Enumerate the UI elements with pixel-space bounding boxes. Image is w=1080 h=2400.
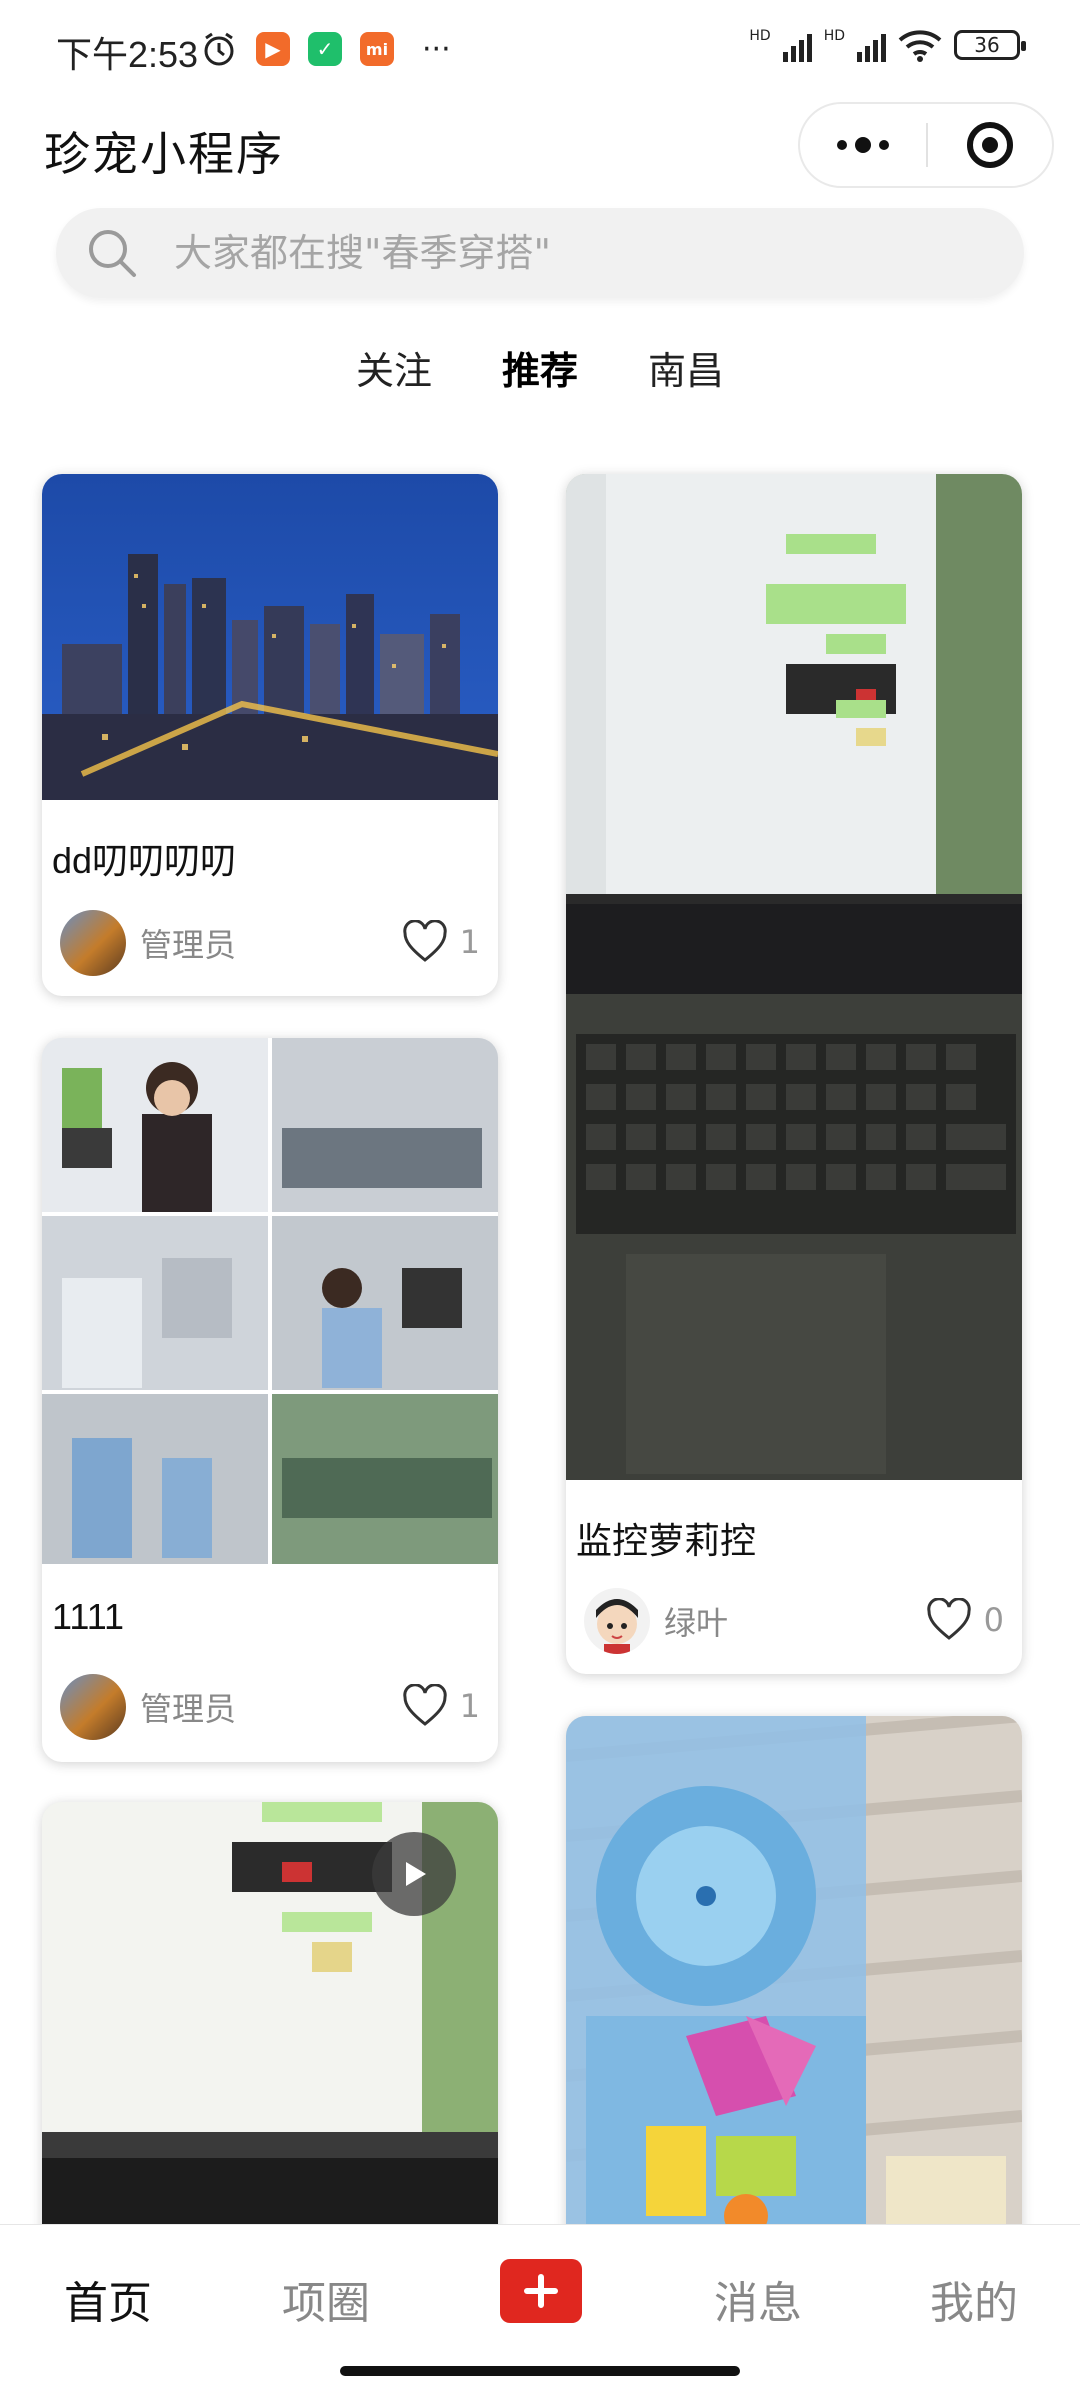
post-title: dd叨叨叨叨 <box>52 840 237 881</box>
page-title: 珍宠小程序 <box>44 127 284 181</box>
post-image <box>566 474 1022 1480</box>
tab-nanchang[interactable]: 南昌 <box>648 340 724 410</box>
heart-icon <box>402 1684 447 1726</box>
play-button[interactable] <box>372 1832 456 1916</box>
post-author[interactable]: 绿叶 <box>584 1588 728 1654</box>
author-name: 绿叶 <box>664 1604 729 1642</box>
plus-icon <box>524 2274 558 2308</box>
feed-tabs: 关注 推荐 南昌 <box>0 340 1080 410</box>
battery-level: 36 <box>974 33 1000 57</box>
title-bar: 珍宠小程序 <box>0 100 1080 200</box>
avatar <box>60 910 126 976</box>
battery-icon: 36 <box>954 30 1026 60</box>
signal-icon-1 <box>782 28 812 62</box>
target-icon <box>966 122 1013 168</box>
video-app-icon: ▶ <box>256 32 290 66</box>
feed-card[interactable] <box>42 1802 498 2262</box>
security-app-icon: ✓ <box>308 32 342 66</box>
post-image <box>566 1716 1022 2262</box>
author-name: 管理员 <box>140 1690 237 1728</box>
post-image <box>42 474 498 800</box>
more-notifications-icon: ··· <box>422 31 451 67</box>
status-system-icons: HD HD 36 <box>749 28 1026 62</box>
search-icon <box>89 230 136 277</box>
post-author[interactable]: 管理员 <box>60 1674 236 1740</box>
nav-profile[interactable]: 我的 <box>930 2267 1018 2331</box>
avatar <box>584 1588 650 1654</box>
feed-card[interactable] <box>566 1716 1022 2262</box>
feed-card[interactable]: dd叨叨叨叨 管理员 1 <box>42 474 498 996</box>
like-button[interactable]: 1 <box>402 1684 480 1728</box>
like-button[interactable]: 0 <box>926 1598 1004 1642</box>
wifi-icon <box>898 30 942 62</box>
close-miniprogram-button[interactable] <box>928 122 1052 168</box>
status-time: 下午2:53 <box>56 34 199 75</box>
feed-card[interactable]: 1111 管理员 1 <box>42 1038 498 1762</box>
mi-app-icon: mi <box>360 32 394 66</box>
heart-icon <box>402 920 447 962</box>
more-dot-icon <box>837 140 847 150</box>
status-bar: 下午2:53 ▶ ✓ mi ··· HD HD 36 <box>0 0 1080 96</box>
heart-icon <box>926 1598 971 1640</box>
add-post-button[interactable] <box>500 2259 582 2323</box>
alarm-icon <box>204 32 234 66</box>
tab-recommend[interactable]: 推荐 <box>502 340 578 410</box>
avatar <box>60 1674 126 1740</box>
feed-card[interactable]: 监控萝莉控 绿叶 0 <box>566 474 1022 1674</box>
more-dot-icon <box>879 140 889 150</box>
tab-follow[interactable]: 关注 <box>356 340 432 410</box>
more-dot-icon <box>855 137 871 153</box>
miniprogram-capsule <box>798 102 1054 188</box>
post-title: 监控萝莉控 <box>576 1520 757 1561</box>
signal-icon-2 <box>857 28 886 62</box>
like-count: 0 <box>983 1601 1004 1639</box>
home-indicator[interactable] <box>340 2366 740 2376</box>
nav-collar[interactable]: 项圈 <box>282 2267 370 2331</box>
search-bar[interactable] <box>56 208 1024 298</box>
hd-label-2: HD <box>823 28 845 44</box>
post-author[interactable]: 管理员 <box>60 910 236 976</box>
like-button[interactable]: 1 <box>402 920 480 964</box>
post-image <box>42 1802 498 2262</box>
author-name: 管理员 <box>140 926 237 964</box>
search-input[interactable] <box>174 231 934 275</box>
more-menu-button[interactable] <box>800 104 926 186</box>
nav-messages[interactable]: 消息 <box>714 2267 802 2331</box>
post-title: 1111 <box>52 1596 125 1637</box>
hd-label-1: HD <box>749 28 771 44</box>
status-notification-icons: ▶ ✓ mi ··· <box>200 30 451 68</box>
nav-home[interactable]: 首页 <box>64 2267 152 2331</box>
like-count: 1 <box>459 923 480 961</box>
post-image <box>42 1038 498 1564</box>
like-count: 1 <box>459 1687 480 1725</box>
play-icon <box>406 1862 426 1886</box>
